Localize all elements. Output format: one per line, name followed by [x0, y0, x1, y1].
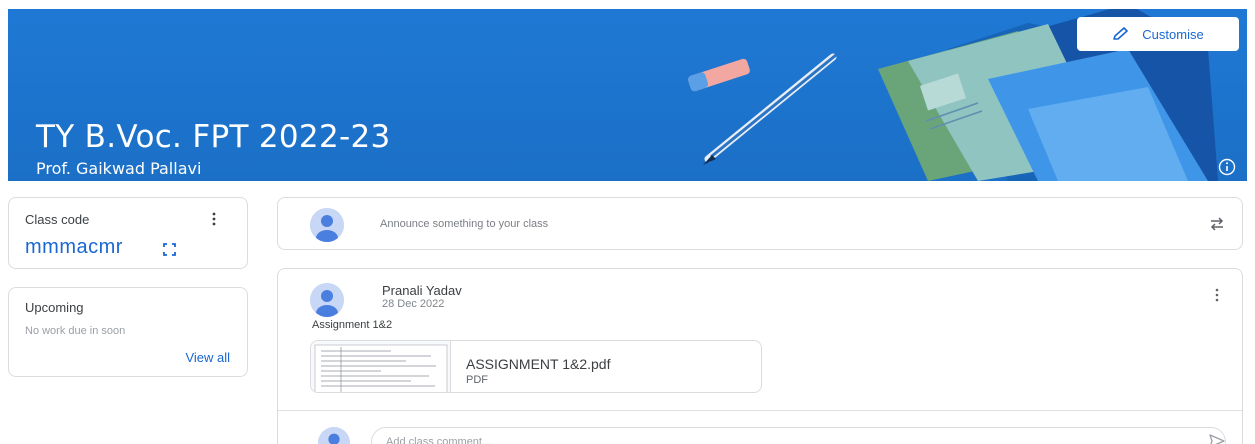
author-avatar — [310, 283, 344, 317]
repost-icon[interactable] — [1208, 215, 1226, 233]
view-all-link[interactable]: View all — [185, 350, 230, 365]
customise-button[interactable]: Customise — [1077, 17, 1239, 51]
more-vert-icon[interactable] — [211, 212, 217, 226]
class-code-label: Class code — [25, 212, 90, 227]
class-banner: TY B.Voc. FPT 2022-23 Prof. Gaikwad Pall… — [8, 9, 1247, 181]
upcoming-empty-text: No work due in soon — [25, 325, 126, 337]
info-icon[interactable] — [1218, 158, 1236, 176]
comment-input[interactable] — [371, 427, 1226, 444]
commenter-avatar — [318, 427, 350, 444]
post-author: Pranali Yadav — [382, 283, 462, 298]
send-icon[interactable] — [1209, 434, 1225, 444]
post-date: 28 Dec 2022 — [382, 298, 445, 310]
stream-post: Pranali Yadav 28 Dec 2022 Assignment 1&2 — [277, 268, 1243, 444]
pencil-icon — [1113, 27, 1129, 40]
more-vert-icon[interactable] — [1214, 288, 1220, 302]
fullscreen-icon[interactable] — [163, 243, 176, 256]
customise-label: Customise — [1142, 26, 1204, 42]
class-title: TY B.Voc. FPT 2022-23 — [36, 119, 391, 155]
teacher-name: Prof. Gaikwad Pallavi — [36, 159, 202, 178]
announce-box[interactable]: Announce something to your class — [277, 197, 1243, 250]
class-code-card: Class code mmmacmr — [8, 197, 248, 269]
attachment-card[interactable]: ASSIGNMENT 1&2.pdf PDF — [310, 340, 762, 393]
upcoming-title: Upcoming — [25, 300, 84, 315]
attachment-type: PDF — [466, 374, 488, 386]
attachment-thumbnail — [311, 341, 451, 392]
avatar — [310, 208, 344, 242]
class-code-value: mmmacmr — [25, 236, 123, 258]
divider — [278, 410, 1242, 411]
announce-placeholder: Announce something to your class — [380, 218, 549, 230]
attachment-name: ASSIGNMENT 1&2.pdf — [466, 356, 611, 372]
post-text: Assignment 1&2 — [312, 319, 393, 331]
upcoming-card: Upcoming No work due in soon View all — [8, 287, 248, 377]
